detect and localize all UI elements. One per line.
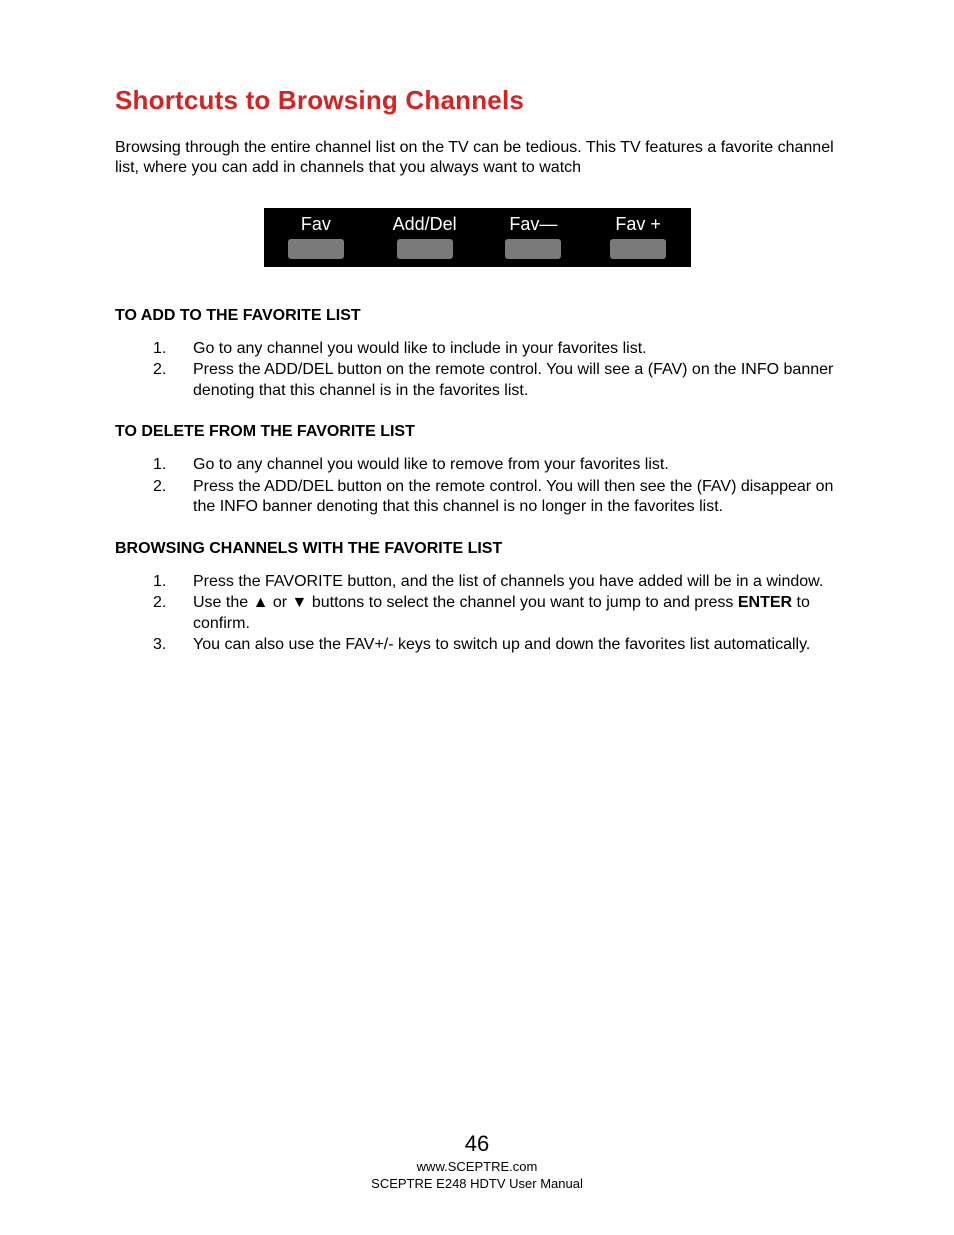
- footer-manual-title: SCEPTRE E248 HDTV User Manual: [0, 1176, 954, 1193]
- remote-favplus-button: Fav +: [610, 214, 666, 259]
- remote-key-icon: [505, 239, 561, 259]
- delete-list: 1.Go to any channel you would like to re…: [115, 455, 839, 517]
- list-item: 1.Go to any channel you would like to re…: [153, 455, 839, 475]
- list-item-text-bold: ENTER: [738, 594, 792, 611]
- section-heading-delete: TO DELETE FROM THE FAVORITE LIST: [115, 423, 839, 441]
- footer-url: www.SCEPTRE.com: [0, 1159, 954, 1176]
- list-item-text: Go to any channel you would like to remo…: [193, 456, 669, 473]
- remote-key-icon: [397, 239, 453, 259]
- remote-favminus-label: Fav—: [509, 214, 557, 235]
- remote-button-strip: Fav Add/Del Fav— Fav +: [264, 208, 691, 267]
- list-item: 2.Press the ADD/DEL button on the remote…: [153, 477, 839, 518]
- intro-paragraph: Browsing through the entire channel list…: [115, 138, 839, 178]
- remote-favminus-button: Fav—: [505, 214, 561, 259]
- list-item: 3.You can also use the FAV+/- keys to sw…: [153, 635, 839, 655]
- add-list: 1.Go to any channel you would like to in…: [115, 339, 839, 401]
- remote-fav-button: Fav: [288, 214, 344, 259]
- list-item: 2.Use the ▲ or ▼ buttons to select the c…: [153, 593, 839, 634]
- section-heading-browse: BROWSING CHANNELS WITH THE FAVORITE LIST: [115, 540, 839, 558]
- browse-list: 1.Press the FAVORITE button, and the lis…: [115, 572, 839, 656]
- page-heading: Shortcuts to Browsing Channels: [115, 85, 839, 116]
- remote-favplus-label: Fav +: [615, 214, 661, 235]
- section-heading-add: TO ADD TO THE FAVORITE LIST: [115, 307, 839, 325]
- list-item-text: Go to any channel you would like to incl…: [193, 340, 647, 357]
- list-item-text: Press the FAVORITE button, and the list …: [193, 573, 823, 590]
- page-content: Shortcuts to Browsing Channels Browsing …: [0, 0, 954, 656]
- remote-adddel-button: Add/Del: [393, 214, 457, 259]
- page-number: 46: [0, 1131, 954, 1157]
- remote-key-icon: [610, 239, 666, 259]
- list-item-text: Press the ADD/DEL button on the remote c…: [193, 361, 833, 398]
- list-item: 1.Go to any channel you would like to in…: [153, 339, 839, 359]
- list-item-text: Press the ADD/DEL button on the remote c…: [193, 478, 833, 515]
- remote-key-icon: [288, 239, 344, 259]
- list-item: 1.Press the FAVORITE button, and the lis…: [153, 572, 839, 592]
- list-item-text: You can also use the FAV+/- keys to swit…: [193, 636, 810, 653]
- remote-fav-label: Fav: [301, 214, 331, 235]
- remote-adddel-label: Add/Del: [393, 214, 457, 235]
- list-item-text-a: Use the ▲ or ▼ buttons to select the cha…: [193, 594, 738, 611]
- list-item: 2.Press the ADD/DEL button on the remote…: [153, 360, 839, 401]
- page-footer: 46 www.SCEPTRE.com SCEPTRE E248 HDTV Use…: [0, 1131, 954, 1193]
